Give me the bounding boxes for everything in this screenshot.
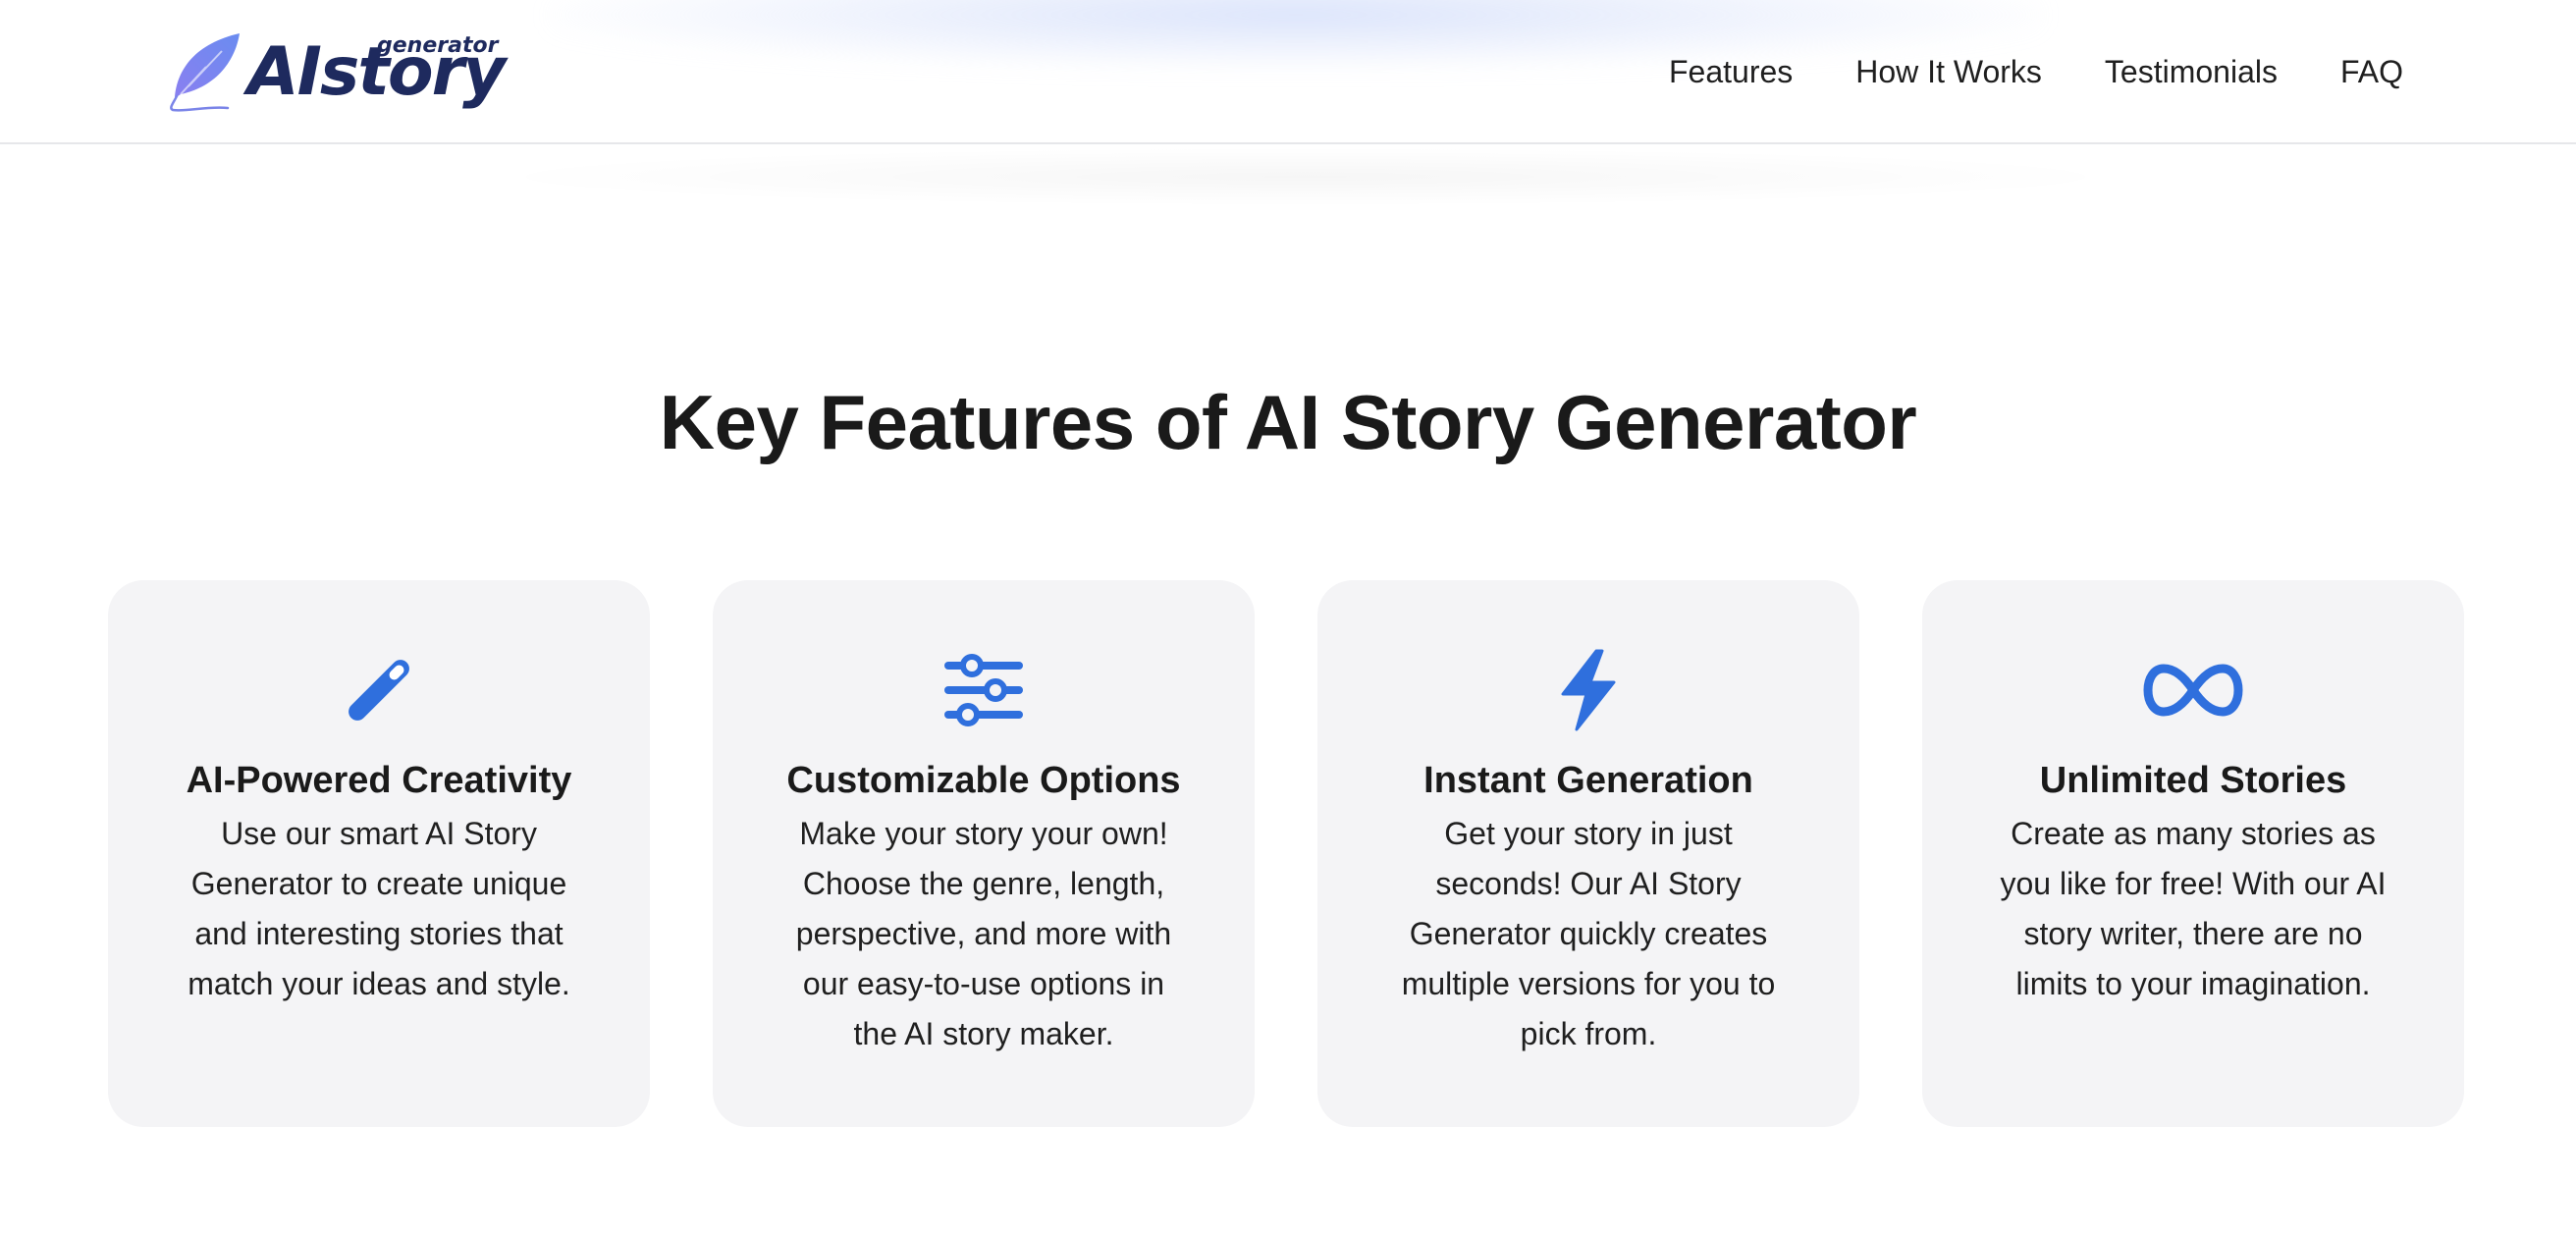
feature-card: AI-Powered Creativity Use our smart AI S… (108, 580, 650, 1127)
infinity-icon (2134, 641, 2252, 739)
lightning-bolt-icon (1530, 641, 1647, 739)
logo-wordmark: AIstory (247, 33, 506, 111)
section-title: Key Features of AI Story Generator (659, 379, 1917, 465)
feature-card-title: AI-Powered Creativity (186, 760, 572, 801)
feature-card-title: Instant Generation (1423, 760, 1753, 801)
feature-card-description: Create as many stories as you like for f… (2000, 816, 2387, 1002)
nav-link-testimonials[interactable]: Testimonials (2105, 54, 2278, 90)
feature-card: Customizable Options Make your story you… (713, 580, 1255, 1127)
feature-card: Instant Generation Get your story in jus… (1317, 580, 1859, 1127)
feature-card-description: Get your story in just seconds! Our AI S… (1401, 816, 1776, 1052)
feature-card-description: Make your story your own! Choose the gen… (795, 816, 1172, 1052)
site-logo[interactable]: generator AIstory (167, 29, 506, 118)
page: generator AIstory Features How It Works … (0, 0, 2576, 1235)
feather-icon (170, 33, 240, 112)
nav-link-faq[interactable]: FAQ (2340, 54, 2403, 90)
feature-card-title: Customizable Options (786, 760, 1181, 801)
nav-link-how-it-works[interactable]: How It Works (1855, 54, 2042, 90)
site-header: generator AIstory Features How It Works … (0, 0, 2576, 144)
sliders-icon (925, 641, 1043, 739)
main-nav: Features How It Works Testimonials FAQ (1669, 0, 2403, 144)
feature-cards: AI-Powered Creativity Use our smart AI S… (108, 580, 2464, 1127)
header-shadow (471, 147, 2140, 206)
feature-card: Unlimited Stories Create as many stories… (1922, 580, 2464, 1127)
magic-wand-icon (320, 641, 438, 739)
nav-link-features[interactable]: Features (1669, 54, 1793, 90)
feature-card-description: Use our smart AI Story Generator to crea… (188, 816, 570, 1002)
feature-card-title: Unlimited Stories (2039, 760, 2347, 801)
